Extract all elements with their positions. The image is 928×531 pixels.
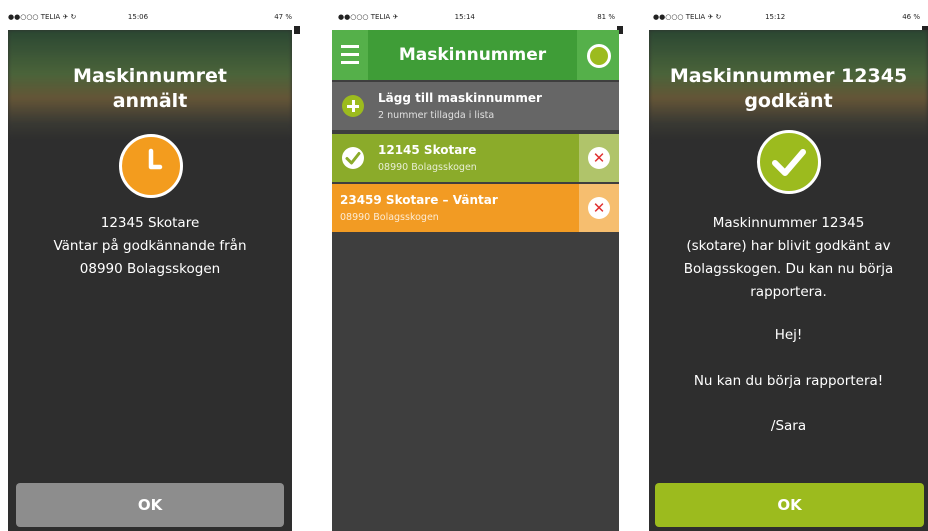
title-line-1: Maskinnummer 12345 bbox=[669, 65, 908, 87]
row-title: Lägg till maskinnummer bbox=[378, 91, 542, 105]
app-screen: Maskinnumret anmält 12345 Skotare Väntar… bbox=[8, 30, 292, 531]
phone-screen-pending: ●●○○○ TELIA ✈ ↻ 15:06 47 % Maskinnumret … bbox=[0, 0, 300, 531]
check-icon bbox=[756, 130, 821, 194]
clock-label: 15:12 bbox=[765, 13, 786, 21]
message-line: Väntar på godkännande från bbox=[53, 238, 247, 254]
header-title: Maskinnummer bbox=[398, 45, 547, 65]
battery-indicator: 46 % bbox=[902, 13, 928, 34]
carrier-label: ●●○○○ TELIA ✈ ↻ bbox=[8, 13, 77, 21]
title-line-2: anmält bbox=[112, 90, 188, 112]
battery-indicator: 81 % bbox=[597, 13, 623, 34]
list-item[interactable]: 23459 Skotare – Väntar 08990 Bolagsskoge… bbox=[332, 184, 619, 232]
status-indicator-icon bbox=[587, 44, 611, 68]
row-title: 12145 Skotare bbox=[378, 143, 477, 157]
phone-screen-list: ●●○○○ TELIA ✈ 15:14 81 % Maskinnummer Lä… bbox=[330, 0, 623, 531]
page-title: Maskinnumret anmält bbox=[8, 64, 292, 114]
carrier-label: ●●○○○ TELIA ✈ bbox=[338, 13, 399, 21]
status-bar: ●●○○○ TELIA ✈ 15:14 81 % bbox=[330, 0, 623, 34]
check-icon bbox=[342, 147, 364, 169]
add-machine-number-row[interactable]: Lägg till maskinnummer 2 nummer tillagda… bbox=[332, 82, 619, 130]
list-item[interactable]: 12145 Skotare 08990 Bolagsskogen ✕ bbox=[332, 134, 619, 182]
greeting: Hej! bbox=[774, 327, 803, 343]
close-icon: ✕ bbox=[588, 197, 610, 219]
battery-icon bbox=[294, 26, 300, 34]
delete-button[interactable]: ✕ bbox=[579, 134, 619, 182]
signature: /Sara bbox=[770, 418, 807, 434]
status-bar: ●●○○○ TELIA ✈ ↻ 15:06 47 % bbox=[0, 0, 300, 34]
app-screen: Maskinnummer 12345 godkänt Maskinnummer … bbox=[649, 30, 928, 531]
approved-message: Maskinnummer 12345 (skotare) har blivit … bbox=[657, 212, 920, 304]
row-subtitle: 08990 Bolagsskogen bbox=[340, 212, 439, 223]
row-subtitle: 08990 Bolagsskogen bbox=[378, 162, 477, 173]
message-text: Nu kan du börja rapportera! bbox=[693, 373, 884, 389]
phone-screen-approved: ●●○○○ TELIA ✈ ↻ 15:12 46 % Maskinnummer … bbox=[645, 0, 928, 531]
page-title: Maskinnummer 12345 godkänt bbox=[649, 64, 928, 114]
message-line: rapportera. bbox=[750, 284, 827, 300]
battery-label: 47 % bbox=[274, 13, 292, 21]
delete-button[interactable]: ✕ bbox=[579, 184, 619, 232]
battery-label: 81 % bbox=[597, 13, 615, 21]
message-line: 12345 Skotare bbox=[100, 215, 200, 231]
title-line-1: Maskinnumret bbox=[73, 65, 227, 87]
message-line: (skotare) har blivit godkänt av bbox=[686, 238, 891, 254]
app-screen: Maskinnummer Lägg till maskinnummer 2 nu… bbox=[332, 30, 619, 531]
row-subtitle: 2 nummer tillagda i lista bbox=[378, 110, 495, 121]
row-title: 23459 Skotare – Väntar bbox=[340, 193, 498, 207]
message-line: 08990 Bolagsskogen bbox=[79, 261, 221, 277]
carrier-label: ●●○○○ TELIA ✈ ↻ bbox=[653, 13, 722, 21]
battery-indicator: 47 % bbox=[274, 13, 300, 34]
pending-message: 12345 Skotare Väntar på godkännande från… bbox=[16, 212, 284, 281]
ok-button[interactable]: OK bbox=[655, 483, 924, 527]
clock-label: 15:14 bbox=[454, 13, 475, 21]
title-line-2: godkänt bbox=[744, 90, 833, 112]
plus-icon bbox=[342, 95, 364, 117]
clock-icon bbox=[119, 134, 183, 198]
menu-button[interactable] bbox=[332, 30, 368, 80]
clock-label: 15:06 bbox=[127, 13, 149, 21]
status-bar: ●●○○○ TELIA ✈ ↻ 15:12 46 % bbox=[645, 0, 928, 34]
menu-icon bbox=[341, 45, 359, 48]
message-line: Maskinnummer 12345 bbox=[712, 215, 865, 231]
battery-label: 46 % bbox=[902, 13, 920, 21]
message-line: Bolagsskogen. Du kan nu börja bbox=[683, 261, 894, 277]
app-header: Maskinnummer bbox=[332, 30, 619, 80]
ok-button[interactable]: OK bbox=[16, 483, 284, 527]
close-icon: ✕ bbox=[588, 147, 610, 169]
status-button[interactable] bbox=[577, 30, 619, 80]
